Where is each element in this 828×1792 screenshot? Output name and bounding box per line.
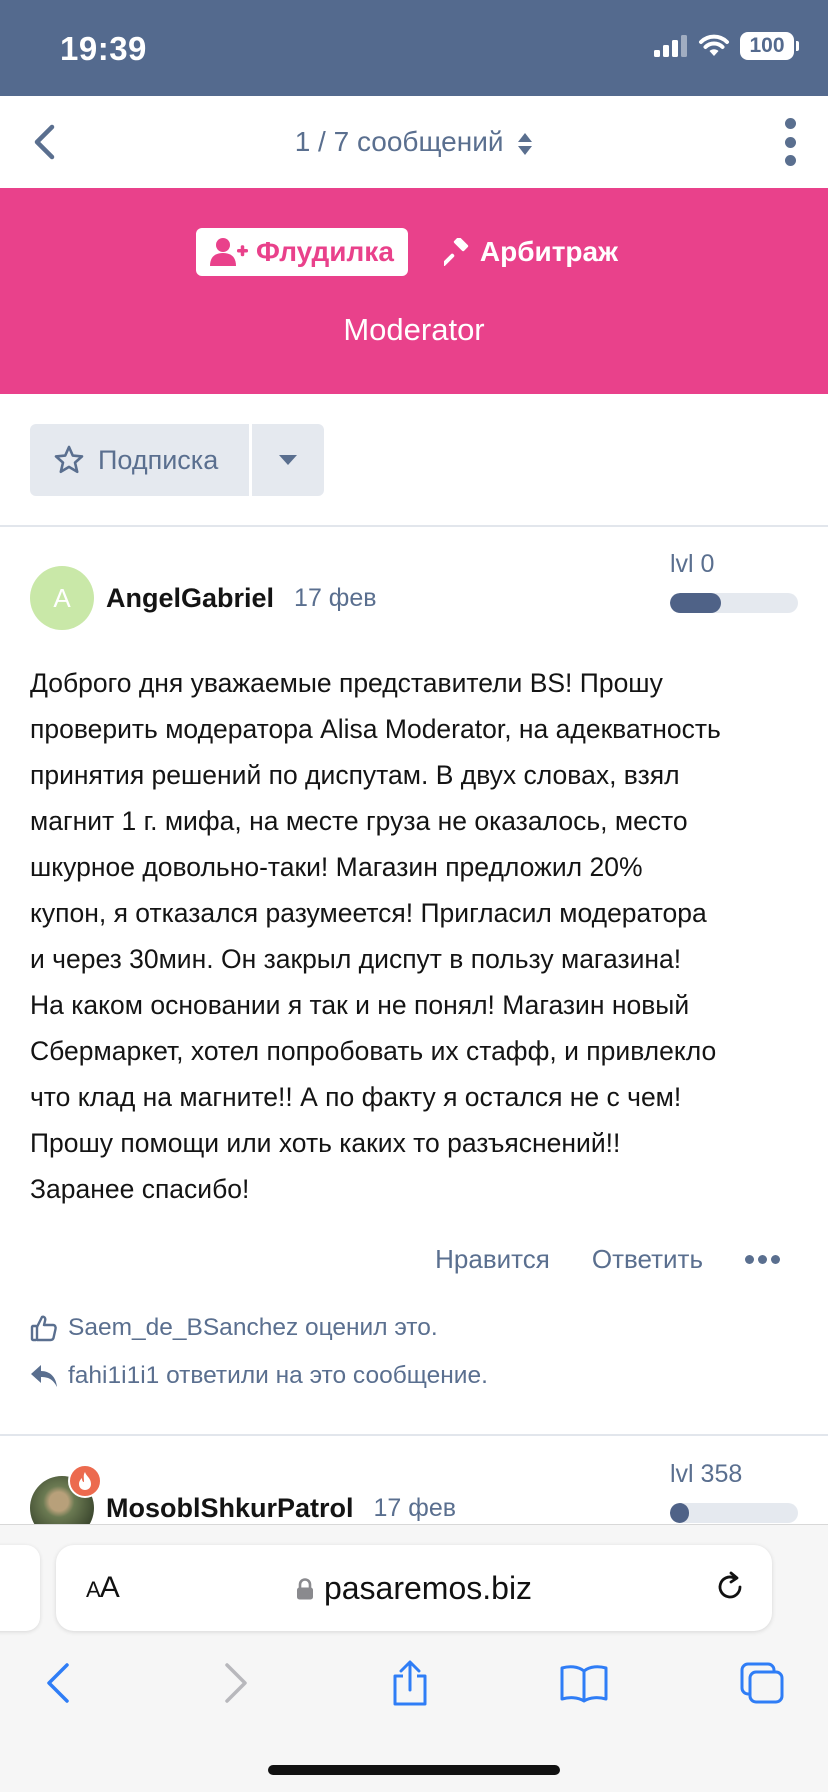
tag-arbitrazh-label: Арбитраж bbox=[479, 236, 618, 267]
battery-indicator: 100 bbox=[740, 32, 799, 60]
user-plus-icon bbox=[210, 238, 249, 266]
more-options-button[interactable] bbox=[782, 118, 798, 166]
level-progress-fill bbox=[670, 1503, 690, 1523]
subscribe-group: Подписка bbox=[30, 424, 324, 496]
divider bbox=[0, 1434, 828, 1436]
post-body-line: шкурное довольно-таки! Магазин предложил… bbox=[30, 852, 643, 882]
post-date[interactable]: 17 фев bbox=[294, 584, 377, 613]
book-icon bbox=[560, 1665, 608, 1703]
reload-button[interactable] bbox=[714, 1571, 746, 1608]
browser-back-button[interactable] bbox=[28, 1653, 88, 1713]
browser-toolbar bbox=[0, 1653, 828, 1723]
post-body-line: что клад на магните!! А по факту я остал… bbox=[30, 1082, 682, 1112]
tabs-button[interactable] bbox=[732, 1653, 792, 1713]
likes-summary[interactable]: Saem_de_BSanchez оценил это. bbox=[30, 1314, 438, 1342]
post-header: A AngelGabriel 17 фев bbox=[30, 566, 377, 630]
sort-arrows-icon bbox=[518, 132, 533, 155]
user-level: lvl 0 bbox=[670, 550, 798, 613]
reply-button[interactable]: Ответить bbox=[592, 1244, 703, 1275]
subscribe-button[interactable]: Подписка bbox=[30, 424, 249, 496]
post-body-line: принятия решений по диспутам. В двух сло… bbox=[30, 760, 680, 790]
level-progress-bar bbox=[670, 593, 798, 613]
reply-arrow-icon bbox=[31, 1365, 57, 1387]
reload-icon bbox=[718, 1571, 742, 1599]
level-label: lvl 0 bbox=[670, 550, 715, 578]
gavel-icon bbox=[443, 238, 469, 266]
browser-forward-button[interactable] bbox=[206, 1653, 266, 1713]
tag-fludilka[interactable]: Флудилка bbox=[196, 228, 408, 276]
level-progress-bar bbox=[670, 1503, 798, 1523]
tag-arbitrazh[interactable]: Арбитраж bbox=[430, 228, 632, 276]
banner-role: Moderator bbox=[343, 312, 485, 347]
post-body-line: Заранее спасибо! bbox=[30, 1174, 250, 1204]
likes-summary-text: Saem_de_BSanchez оценил это. bbox=[68, 1314, 438, 1341]
thread-banner: Флудилка Арбитраж Moderator bbox=[0, 188, 828, 394]
post-body-line: Доброго дня уважаемые представители BS! … bbox=[30, 668, 663, 698]
status-icons: 100 bbox=[654, 32, 799, 60]
post-body: Доброго дня уважаемые представители BS! … bbox=[30, 660, 800, 1212]
replies-summary-text: fahi1i1i1 ответили на это сообщение. bbox=[68, 1362, 488, 1389]
post-body-line: купон, я отказался разумеется! Пригласил… bbox=[30, 898, 707, 928]
post-author[interactable]: MosoblShkurPatrol bbox=[106, 1493, 354, 1524]
browser-bar: AA pasaremos.biz bbox=[0, 1524, 828, 1792]
post-body-line: проверить модератора Alisa Moderator, на… bbox=[30, 714, 721, 744]
tag-fludilka-label: Флудилка bbox=[256, 236, 394, 267]
battery-level: 100 bbox=[749, 34, 785, 57]
status-time: 19:39 bbox=[60, 30, 147, 67]
share-button[interactable] bbox=[380, 1653, 440, 1713]
subscribe-dropdown-button[interactable] bbox=[252, 424, 324, 496]
home-indicator bbox=[268, 1765, 560, 1775]
post-body-line: На каком основании я так и не понял! Маг… bbox=[30, 990, 690, 1020]
cellular-signal-icon bbox=[654, 35, 687, 57]
bookmarks-button[interactable] bbox=[554, 1653, 614, 1713]
subscribe-label: Подписка bbox=[98, 444, 219, 475]
replies-summary[interactable]: fahi1i1i1 ответили на это сообщение. bbox=[30, 1362, 488, 1390]
banner-tags: Флудилка Арбитраж bbox=[0, 228, 828, 276]
thread-navigation: 1 / 7 сообщений bbox=[0, 96, 828, 188]
star-outline-icon bbox=[54, 445, 84, 474]
avatar-letter: A bbox=[53, 582, 71, 613]
chevron-right-icon bbox=[225, 1663, 247, 1703]
level-progress-fill bbox=[670, 593, 722, 613]
hot-badge bbox=[68, 1464, 102, 1498]
address-bar[interactable]: AA pasaremos.biz bbox=[56, 1545, 772, 1631]
message-counter-label: 1 / 7 сообщений bbox=[294, 126, 504, 157]
post-actions: Нравится Ответить bbox=[435, 1244, 780, 1275]
more-actions-button[interactable] bbox=[745, 1255, 780, 1264]
previous-tab-preview[interactable] bbox=[0, 1545, 40, 1631]
flame-icon bbox=[79, 1472, 91, 1490]
avatar[interactable]: A bbox=[30, 566, 94, 630]
wifi-icon bbox=[699, 34, 729, 56]
post-body-line: Сбермаркет, хотел попробовать их стафф, … bbox=[30, 1036, 717, 1066]
lock-icon bbox=[296, 1577, 313, 1599]
post-body-line: и через 30мин. Он закрыл диспут в пользу… bbox=[30, 944, 682, 974]
caret-down-icon bbox=[279, 455, 297, 465]
url-text: pasaremos.biz bbox=[323, 1570, 533, 1606]
user-level: lvl 358 bbox=[670, 1460, 798, 1523]
thumbs-up-icon bbox=[30, 1315, 57, 1342]
tabs-icon bbox=[740, 1662, 784, 1704]
post-body-line: Прошу помощи или хоть каких то разъяснен… bbox=[30, 1128, 621, 1158]
share-icon bbox=[393, 1660, 427, 1706]
post-body-line: магнит 1 г. мифа, на месте груза не оказ… bbox=[30, 806, 688, 836]
status-bar: 19:39 100 bbox=[0, 0, 828, 96]
url-display[interactable]: pasaremos.biz bbox=[56, 1570, 772, 1607]
post-date[interactable]: 17 фев bbox=[374, 1494, 457, 1523]
divider bbox=[0, 525, 828, 527]
level-label: lvl 358 bbox=[670, 1460, 743, 1488]
message-counter[interactable]: 1 / 7 сообщений bbox=[0, 126, 828, 158]
post-author[interactable]: AngelGabriel bbox=[106, 583, 274, 614]
like-button[interactable]: Нравится bbox=[435, 1244, 550, 1275]
chevron-left-icon bbox=[47, 1663, 69, 1703]
